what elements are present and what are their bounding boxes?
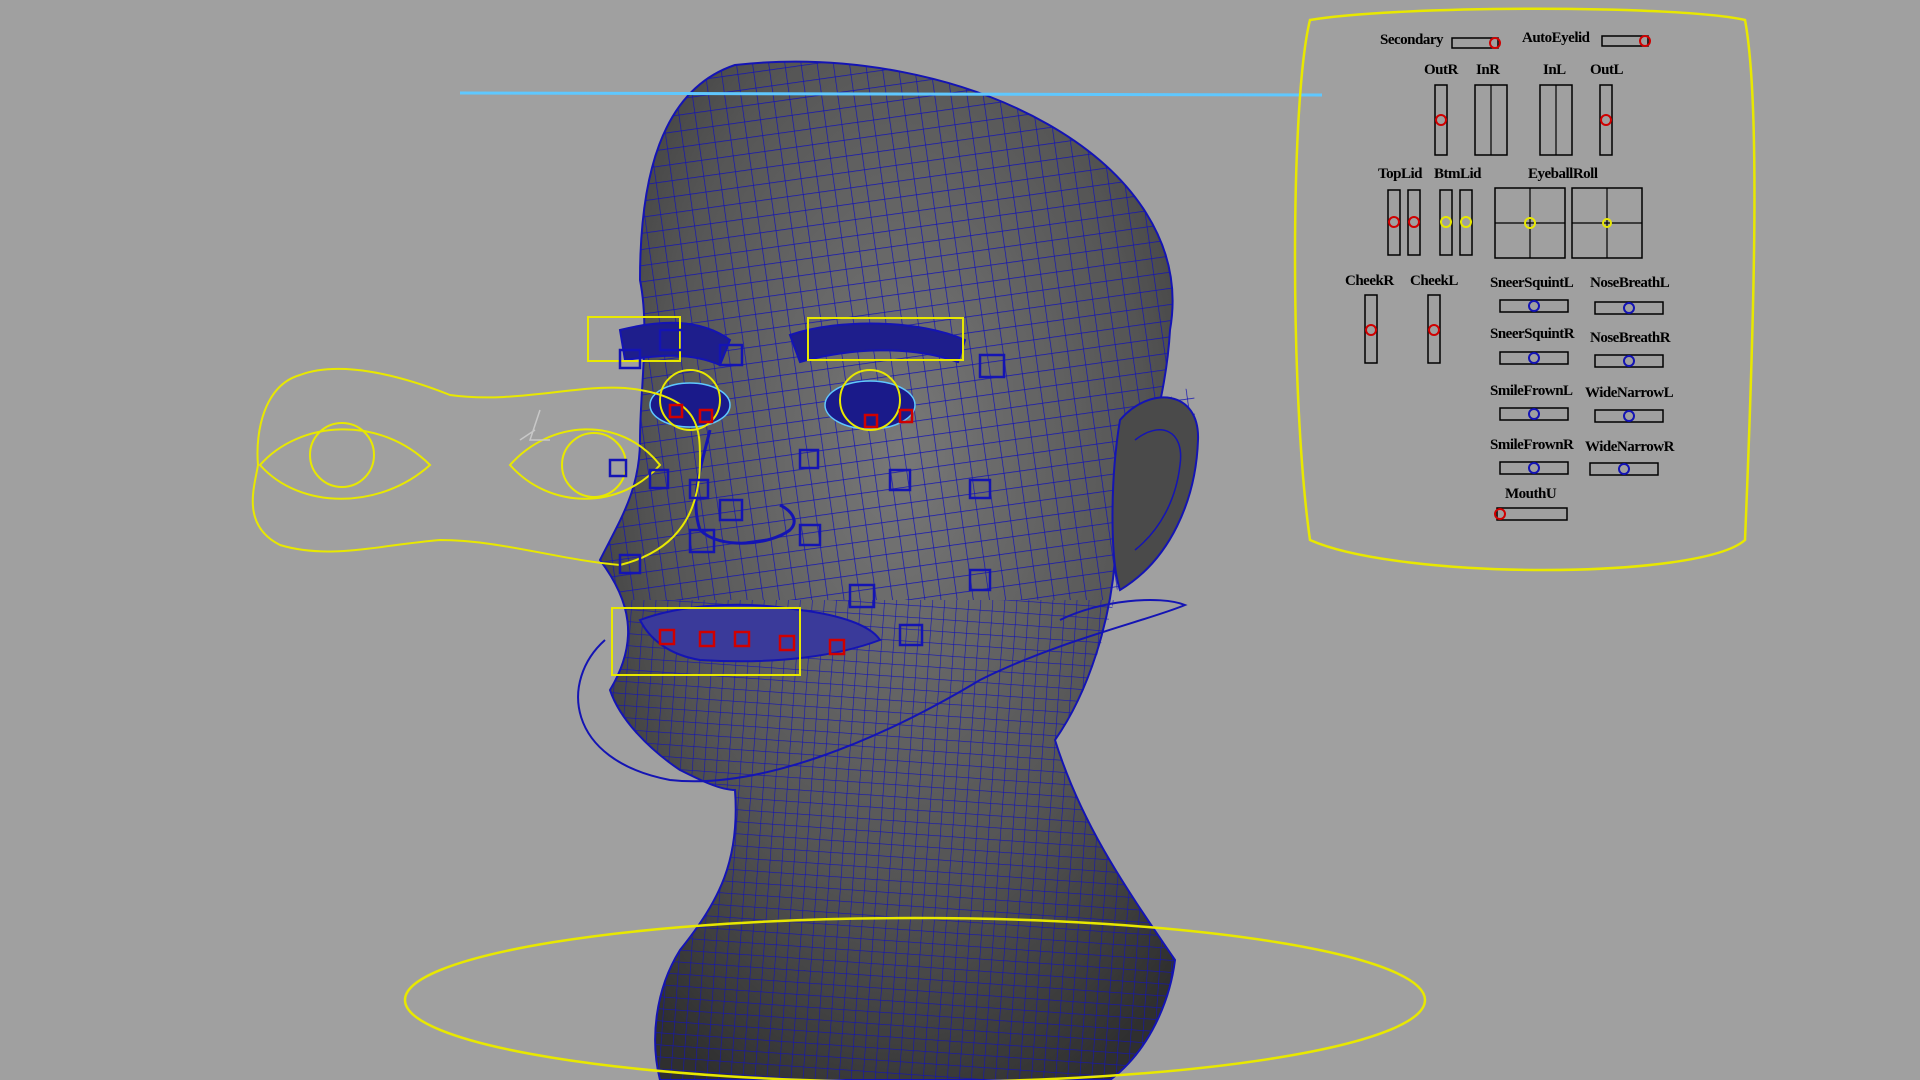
label-smile-frown-l: SmileFrownL (1490, 383, 1573, 399)
label-wide-narrow-r: WideNarrowR (1585, 439, 1674, 455)
selected-curve[interactable] (459, 91, 1323, 97)
label-sneer-squint-r: SneerSquintR (1490, 326, 1575, 342)
label-mouth-u: MouthU (1505, 486, 1557, 502)
label-in-r: InR (1476, 62, 1500, 78)
label-nose-breath-l: NoseBreathL (1590, 275, 1670, 291)
label-sneer-squint-l: SneerSquintL (1490, 275, 1574, 291)
label-eyeball-roll: EyeballRoll (1528, 166, 1598, 182)
label-secondary: Secondary (1380, 32, 1444, 48)
label-top-lid: TopLid (1378, 166, 1423, 182)
label-smile-frown-r: SmileFrownR (1490, 437, 1574, 453)
label-btm-lid: BtmLid (1434, 166, 1482, 182)
label-cheek-l: CheekL (1410, 273, 1458, 289)
label-in-l: InL (1543, 62, 1566, 78)
maya-viewport[interactable]: Secondary AutoEyelid OutR InR InL OutL T… (0, 0, 1920, 1080)
label-out-r: OutR (1424, 62, 1458, 78)
scene-canvas[interactable] (0, 0, 1920, 1080)
label-cheek-r: CheekR (1345, 273, 1394, 289)
label-out-l: OutL (1590, 62, 1624, 78)
label-auto-eyelid: AutoEyelid (1522, 30, 1590, 46)
label-wide-narrow-l: WideNarrowL (1585, 385, 1674, 401)
ear-mesh[interactable] (1111, 396, 1200, 592)
label-nose-breath-r: NoseBreathR (1590, 330, 1671, 346)
